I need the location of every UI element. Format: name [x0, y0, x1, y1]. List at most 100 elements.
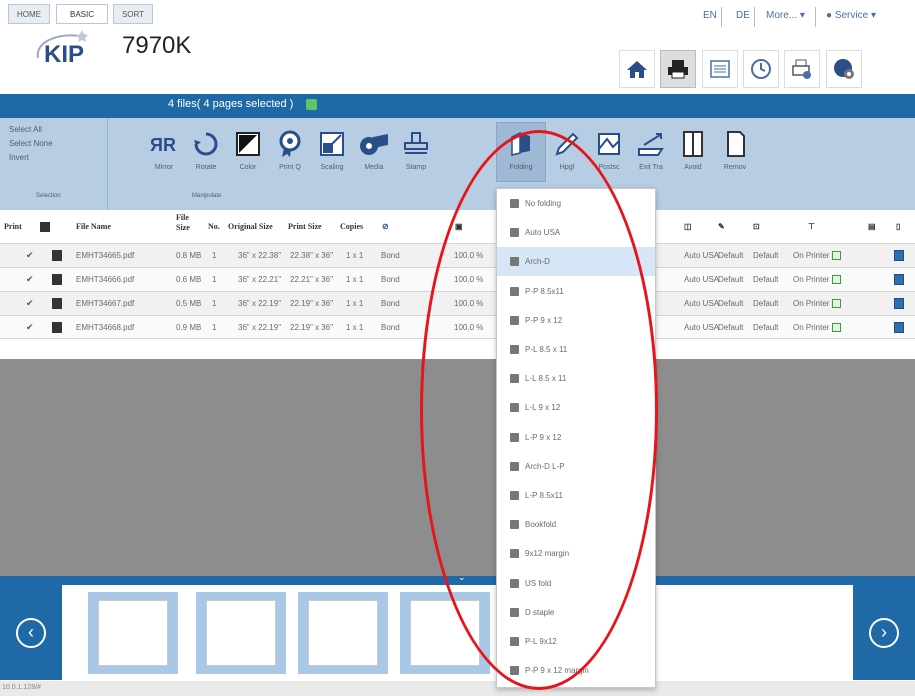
model-name: 7970K — [122, 32, 192, 59]
postscript-button[interactable]: Postsc — [588, 128, 630, 171]
home-button[interactable] — [619, 50, 655, 88]
cell-hpgl: Default — [718, 251, 744, 260]
tool-label: Remov — [723, 164, 747, 171]
folding-option[interactable]: L-L 8.5 x 11 — [497, 364, 655, 393]
select-all-checkbox[interactable] — [40, 222, 50, 234]
row-checkbox[interactable]: ✔ — [26, 251, 35, 260]
folding-option[interactable]: D staple — [497, 598, 655, 627]
row-checkbox[interactable]: ✔ — [26, 275, 35, 284]
lang-de[interactable]: DE — [736, 10, 750, 21]
remove-column-icon[interactable]: ▯ — [896, 222, 900, 231]
media-button[interactable]: Media — [353, 128, 395, 171]
header-print-size[interactable]: Print Size — [288, 222, 322, 231]
header-print[interactable]: Print — [4, 222, 22, 231]
pencil-column-icon[interactable]: ✎ — [718, 222, 725, 231]
postscript-column-icon[interactable]: ⊡ — [753, 222, 760, 231]
page-thumbnail[interactable] — [298, 592, 388, 674]
cell-scaling: 100.0 % — [454, 275, 484, 284]
row-checkbox[interactable]: ✔ — [26, 323, 35, 332]
table-row[interactable]: ✔ EMHT34666.pdf 0.6 MB 1 36" x 22.21" 22… — [0, 267, 915, 291]
tray-column-icon[interactable]: ⊤ — [808, 222, 815, 231]
exit-tray-button[interactable]: Exit Tra — [630, 128, 672, 171]
print-button[interactable] — [660, 50, 696, 88]
page-thumbnail[interactable] — [196, 592, 286, 674]
option-label: No folding — [525, 199, 562, 208]
folding-option[interactable]: L-P 9 x 12 — [497, 423, 655, 452]
folding-option[interactable]: P-P 9 x 12 — [497, 306, 655, 335]
scan-button[interactable] — [784, 50, 820, 88]
option-label: L-L 9 x 12 — [525, 403, 561, 412]
hpgl-button[interactable]: Hpgl — [546, 128, 588, 171]
option-label: P-P 9 x 12 margin — [525, 666, 589, 675]
folding-option[interactable]: L-L 9 x 12 — [497, 393, 655, 422]
cell-original-size: 36" x 22.19" — [238, 323, 282, 332]
stamp-button[interactable]: Stamp — [395, 128, 437, 171]
tab-sort[interactable]: SORT — [113, 4, 153, 24]
cell-file-name: EMHT34668.pdf — [76, 323, 135, 332]
folding-option-selected[interactable]: Arch-D — [497, 247, 655, 276]
select-none-link[interactable]: Select None — [9, 139, 53, 148]
folding-option[interactable]: No folding — [497, 189, 655, 218]
files-selected-label: 4 files( 4 pages selected ) — [168, 98, 294, 110]
table-row[interactable]: ✔ EMHT34667.pdf 0.5 MB 1 36" x 22.19" 22… — [0, 291, 915, 315]
folding-button[interactable]: Folding — [500, 128, 542, 171]
more-menu[interactable]: More... ▾ — [766, 10, 805, 21]
file-thumb-icon — [52, 274, 62, 285]
fold-icon — [510, 433, 519, 442]
header-file-size[interactable]: File Size — [176, 213, 198, 233]
page-thumbnail[interactable] — [400, 592, 490, 674]
select-all-link[interactable]: Select All — [9, 125, 42, 134]
selection-group-label: Selection — [36, 193, 61, 199]
row-checkbox[interactable]: ✔ — [26, 299, 35, 308]
page-thumbnail[interactable] — [88, 592, 178, 674]
next-page-button[interactable]: › — [853, 585, 915, 680]
folding-option[interactable]: P-L 9x12 — [497, 627, 655, 656]
scaling-button[interactable]: Scaling — [311, 128, 353, 171]
table-row[interactable]: ✔ EMHT34665.pdf 0.8 MB 1 36" x 22.38" 22… — [0, 243, 915, 267]
cell-no: 1 — [212, 323, 217, 332]
folding-option[interactable]: US fold — [497, 569, 655, 598]
rotate-button[interactable]: Rotate — [185, 128, 227, 171]
folding-option[interactable]: Bookfold — [497, 510, 655, 539]
folding-option[interactable]: P-P 9 x 12 margin — [497, 656, 655, 685]
scanner-icon — [792, 59, 811, 79]
remove-button[interactable]: Remov — [714, 128, 756, 171]
folding-dropdown[interactable]: No folding Auto USA Arch-D P-P 8.5x11 P-… — [496, 188, 656, 688]
remove-page-icon[interactable] — [894, 298, 904, 309]
scaling-column-icon[interactable]: ▣ — [455, 222, 463, 231]
settings-button[interactable] — [826, 50, 862, 88]
print-quality-button[interactable]: Print Q — [269, 128, 311, 171]
avoid-column-icon[interactable]: ▤ — [868, 222, 876, 231]
folding-option[interactable]: P-L 8.5 x 11 — [497, 335, 655, 364]
tool-label: Print Q — [279, 164, 301, 171]
folding-column-icon[interactable]: ◫ — [684, 222, 692, 231]
cell-hpgl: Default — [718, 275, 744, 284]
remove-page-icon[interactable] — [894, 274, 904, 285]
folding-option[interactable]: L-P 8.5x11 — [497, 481, 655, 510]
folding-option[interactable]: Auto USA — [497, 218, 655, 247]
prev-page-button[interactable]: ‹ — [0, 585, 62, 680]
invert-link[interactable]: Invert — [9, 153, 29, 162]
queue-button[interactable] — [702, 50, 738, 88]
service-menu[interactable]: ● Service ▾ — [826, 10, 876, 21]
remove-page-icon[interactable] — [894, 322, 904, 333]
avoid-button[interactable]: Avoid — [672, 128, 714, 171]
chevron-down-icon[interactable]: ⌄ — [458, 572, 466, 583]
tab-home[interactable]: HOME — [8, 4, 50, 24]
tab-basic[interactable]: BASIC — [56, 4, 108, 24]
folding-option[interactable]: 9x12 margin — [497, 539, 655, 568]
remove-page-icon[interactable] — [894, 250, 904, 261]
lang-en[interactable]: EN — [703, 10, 717, 21]
table-row[interactable]: ✔ EMHT34668.pdf 0.9 MB 1 36" x 22.19" 22… — [0, 315, 915, 339]
exit-tray-value: On Printer — [793, 299, 830, 308]
header-copies[interactable]: Copies — [340, 222, 363, 231]
color-button[interactable]: Color — [227, 128, 269, 171]
folding-option[interactable]: Arch-D L-P — [497, 452, 655, 481]
header-file-name[interactable]: File Name — [76, 222, 111, 231]
mirror-button[interactable]: ЯR Mirror — [143, 128, 185, 171]
header-original-size[interactable]: Original Size — [228, 222, 273, 231]
header-no[interactable]: No. — [208, 222, 220, 231]
media-column-icon[interactable]: ⊘ — [382, 222, 389, 231]
folding-option[interactable]: P-P 8.5x11 — [497, 277, 655, 306]
history-button[interactable] — [743, 50, 779, 88]
